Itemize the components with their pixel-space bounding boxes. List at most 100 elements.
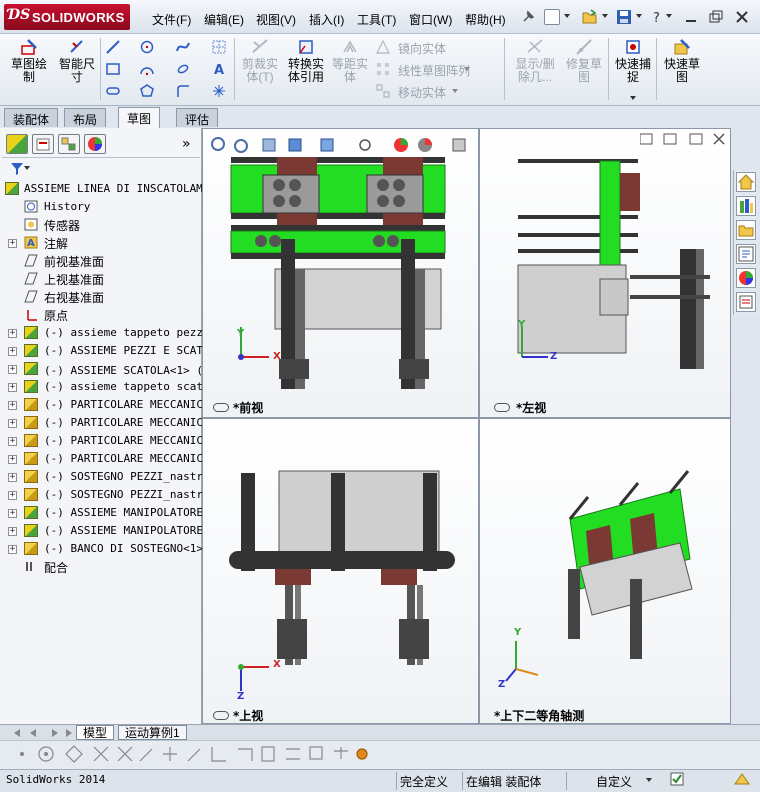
- tree-item[interactable]: + (-) ASSIEME MANIPOLATORE<1>: [0, 504, 202, 522]
- sketch-snap-icons[interactable]: [0, 741, 380, 769]
- circle-icon[interactable]: [140, 40, 154, 54]
- unit-system[interactable]: 自定义: [596, 773, 632, 790]
- expand-toggle-icon[interactable]: +: [8, 239, 17, 248]
- appearances-icon[interactable]: [736, 268, 756, 288]
- ellipse-icon[interactable]: [176, 62, 190, 76]
- rapid-sketch-button[interactable]: 快速草 图: [660, 38, 704, 84]
- expand-toggle-icon[interactable]: +: [8, 437, 17, 446]
- tree-item[interactable]: + (-) ASSIEME PEZZI E SCATOLA<1>: [0, 342, 202, 360]
- help-icon[interactable]: ?: [650, 9, 666, 26]
- notification-icon[interactable]: [734, 772, 750, 789]
- move-dropdown-chevron-icon[interactable]: [452, 89, 458, 93]
- heads-up-toolbar[interactable]: [211, 137, 466, 153]
- tab-assembly[interactable]: 装配体: [4, 108, 59, 127]
- smart-dimension-button[interactable]: 智能尺 寸: [54, 38, 100, 84]
- offset-entities-button[interactable]: 等距实 体: [330, 38, 370, 84]
- tree-item[interactable]: 上视基准面: [0, 270, 202, 288]
- link-views-icon[interactable]: [494, 403, 510, 412]
- menu-item-2[interactable]: 视图(V): [256, 11, 296, 28]
- property-manager-tab-icon[interactable]: [32, 134, 54, 154]
- tree-item[interactable]: 原点: [0, 306, 202, 324]
- tree-item[interactable]: 右视基准面: [0, 288, 202, 306]
- tree-item[interactable]: + (-) PARTICOLARE MECCANICO<2>: [0, 414, 202, 432]
- mirror-entities-button[interactable]: 镜向实体: [398, 40, 446, 57]
- arc-icon[interactable]: [140, 62, 154, 76]
- grid-icon[interactable]: [212, 40, 226, 54]
- tab-scroll-arrows-icon[interactable]: [4, 727, 74, 739]
- design-library-icon[interactable]: [736, 196, 756, 216]
- point-icon[interactable]: [212, 84, 226, 98]
- expand-toggle-icon[interactable]: +: [8, 383, 17, 392]
- menu-item-4[interactable]: 工具(T): [357, 11, 396, 28]
- link-views-icon[interactable]: [213, 711, 229, 720]
- tree-item[interactable]: + A 注解: [0, 234, 202, 252]
- polygon-icon[interactable]: [140, 84, 154, 98]
- expand-toggle-icon[interactable]: +: [8, 509, 17, 518]
- expand-toggle-icon[interactable]: +: [8, 527, 17, 536]
- solidworks-logo[interactable]: ƊS SOLIDWORKS: [4, 4, 130, 30]
- linear-pattern-button[interactable]: 线性草图阵列: [398, 62, 470, 79]
- menu-item-1[interactable]: 编辑(E): [204, 11, 244, 28]
- tab-model[interactable]: 模型: [76, 725, 115, 740]
- tree-item[interactable]: 前视基准面: [0, 252, 202, 270]
- minimize-icon[interactable]: [684, 9, 700, 25]
- trim-entities-button[interactable]: 剪裁实 体(T): [240, 38, 280, 84]
- tree-item[interactable]: History: [0, 198, 202, 216]
- display-delete-relations-button[interactable]: 显示/删 除几...: [510, 38, 560, 84]
- menu-item-6[interactable]: 帮助(H): [465, 11, 506, 28]
- move-entities-button[interactable]: 移动实体: [398, 84, 446, 101]
- pattern-dropdown-chevron-icon[interactable]: [464, 67, 470, 71]
- save-dropdown-chevron-icon[interactable]: [636, 14, 642, 18]
- new-dropdown-chevron-icon[interactable]: [564, 14, 570, 18]
- custom-properties-icon[interactable]: [736, 292, 756, 312]
- unit-system-chevron-icon[interactable]: [646, 778, 652, 782]
- expand-toggle-icon[interactable]: +: [8, 491, 17, 500]
- viewport-trimetric[interactable]: Y Z *上下二等角轴测: [479, 418, 731, 724]
- menu-item-5[interactable]: 窗口(W): [409, 11, 452, 28]
- expand-toggle-icon[interactable]: +: [8, 401, 17, 410]
- quick-snaps-dropdown-chevron-icon[interactable]: [630, 96, 636, 100]
- tab-layout[interactable]: 布局: [64, 108, 107, 127]
- line-icon[interactable]: [106, 40, 120, 54]
- tree-item[interactable]: + (-) SOSTEGNO PEZZI_nastro<1>: [0, 468, 202, 486]
- tree-item[interactable]: + (-) assieme tappeto scatola<1>: [0, 378, 202, 396]
- expand-toggle-icon[interactable]: +: [8, 419, 17, 428]
- expand-toggle-icon[interactable]: +: [8, 545, 17, 554]
- rebuild-status-icon[interactable]: [670, 772, 684, 789]
- expand-chevrons-icon[interactable]: »: [182, 136, 191, 152]
- expand-toggle-icon[interactable]: +: [8, 365, 17, 374]
- expand-toggle-icon[interactable]: +: [8, 473, 17, 482]
- tree-item[interactable]: + (-) assieme tappeto pezzo<1>: [0, 324, 202, 342]
- configuration-manager-tab-icon[interactable]: [58, 134, 80, 154]
- tree-item[interactable]: 配合: [0, 558, 202, 576]
- viewport-left[interactable]: Y Z *左视: [479, 128, 731, 418]
- home-icon[interactable]: [736, 172, 756, 192]
- display-manager-tab-icon[interactable]: [84, 134, 106, 154]
- rectangle-icon[interactable]: [106, 62, 120, 76]
- link-views-icon[interactable]: [213, 403, 229, 412]
- file-explorer-icon[interactable]: [736, 220, 756, 240]
- filter-dropdown-chevron-icon[interactable]: [24, 166, 30, 170]
- fillet-icon[interactable]: [176, 84, 190, 98]
- quick-snaps-button[interactable]: 快速捕 捉: [612, 38, 654, 100]
- text-icon[interactable]: A: [212, 62, 226, 76]
- spline-icon[interactable]: [176, 40, 190, 54]
- tree-item[interactable]: + (-) PARTICOLARE MECCANICO<1>: [0, 396, 202, 414]
- tree-item[interactable]: + (-) ASSIEME SCATOLA<1> (默认: [0, 360, 202, 378]
- tab-sketch[interactable]: 草图: [118, 107, 161, 128]
- expand-toggle-icon[interactable]: +: [8, 347, 17, 356]
- menu-item-3[interactable]: 插入(I): [309, 11, 344, 28]
- convert-entities-button[interactable]: 转换实 体引用: [284, 38, 328, 84]
- pin-icon[interactable]: [520, 9, 536, 25]
- expand-toggle-icon[interactable]: +: [8, 455, 17, 464]
- tree-item[interactable]: + (-) ASSIEME MANIPOLATORE<2>: [0, 522, 202, 540]
- tree-item[interactable]: 传感器: [0, 216, 202, 234]
- sketch-button[interactable]: 草图绘 制: [6, 38, 52, 84]
- restore-icon[interactable]: [708, 9, 724, 25]
- viewport-top[interactable]: X Z *上视: [202, 418, 479, 724]
- close-icon[interactable]: [734, 9, 750, 25]
- tree-item[interactable]: + (-) BANCO DI SOSTEGNO<1>: [0, 540, 202, 558]
- open-dropdown-chevron-icon[interactable]: [602, 14, 608, 18]
- open-folder-icon[interactable]: [582, 9, 598, 25]
- menu-item-0[interactable]: 文件(F): [152, 11, 191, 28]
